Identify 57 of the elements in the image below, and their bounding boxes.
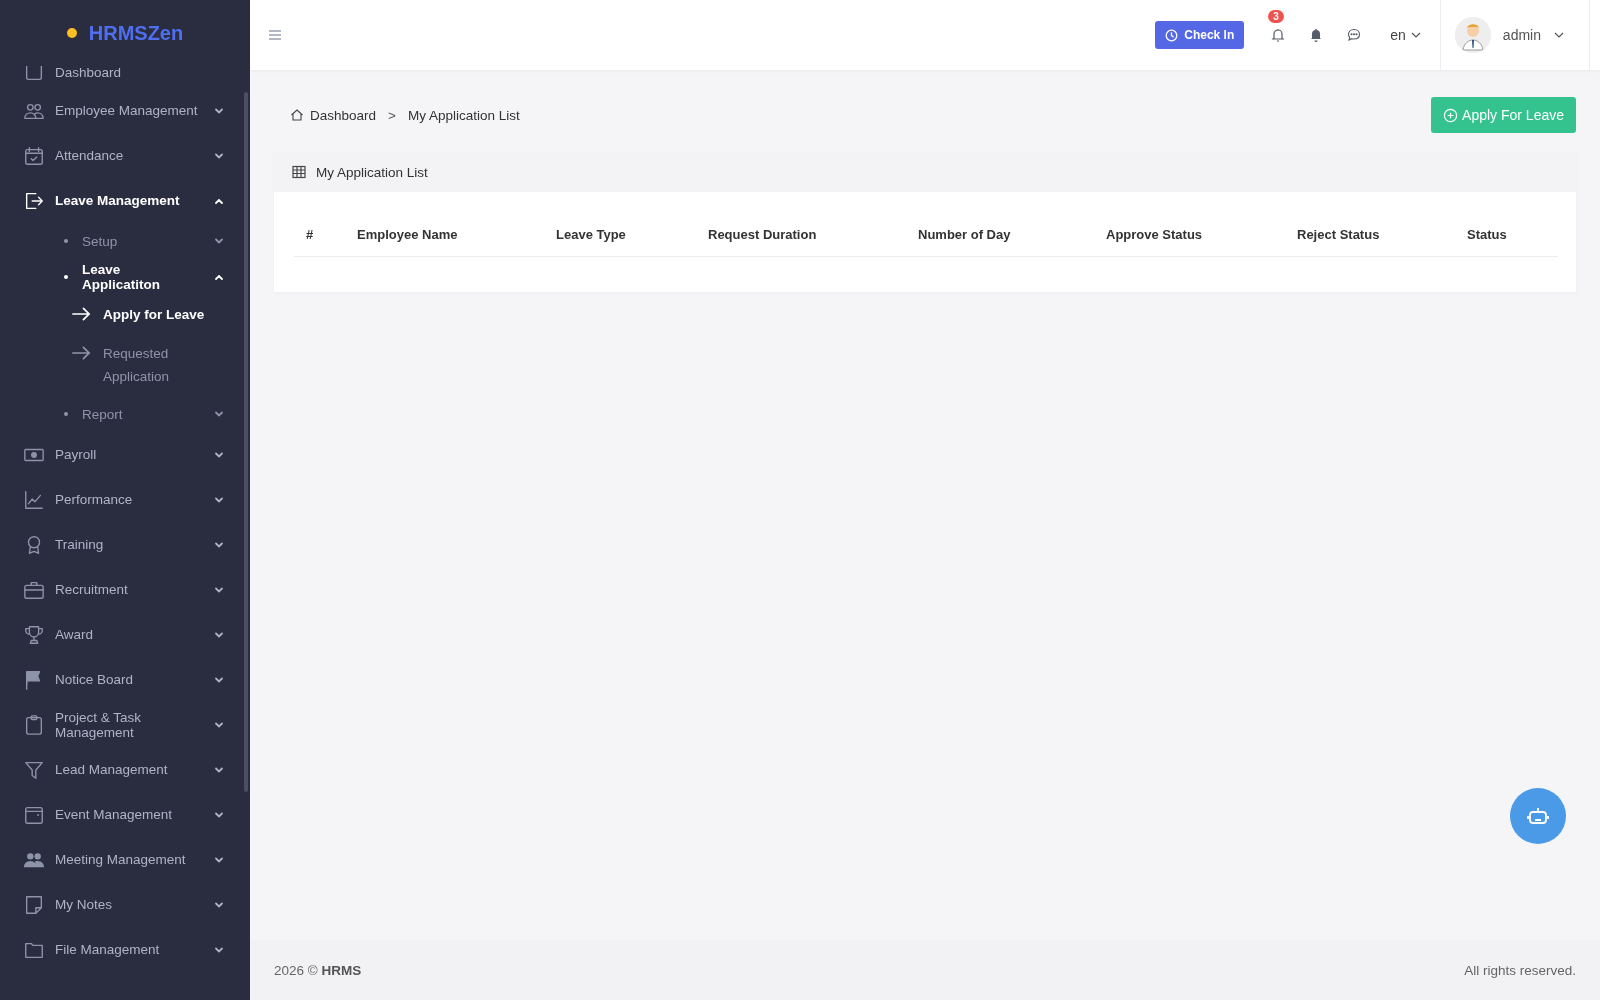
sidebar-item[interactable]: Employee Management bbox=[0, 88, 250, 133]
user-menu[interactable]: admin bbox=[1440, 0, 1579, 70]
sidebar-item[interactable]: Meeting Management bbox=[0, 837, 250, 882]
calendar-check-icon bbox=[23, 144, 45, 167]
note-icon bbox=[23, 893, 45, 916]
sidebar-item[interactable]: Award bbox=[0, 612, 250, 657]
submenu-item[interactable]: Leave Applicatiton bbox=[0, 259, 250, 295]
column-header: Reject Status bbox=[1296, 226, 1381, 242]
dashboard-icon bbox=[23, 66, 45, 83]
clipboard-icon bbox=[23, 713, 45, 736]
sidebar-item[interactable]: Lead Management bbox=[0, 747, 250, 792]
clock-icon bbox=[1165, 28, 1179, 42]
arrow-right-icon bbox=[72, 307, 91, 321]
sidebar-item[interactable]: Notice Board bbox=[0, 657, 250, 702]
sidebar-item[interactable]: Performance bbox=[0, 477, 250, 522]
breadcrumb-current: My Application List bbox=[407, 107, 520, 123]
logo-dot bbox=[66, 28, 77, 38]
sidebar-item[interactable]: Recruitment bbox=[0, 567, 250, 612]
sidebar-item[interactable]: Training bbox=[0, 522, 250, 567]
sidebar-item[interactable]: File Management bbox=[0, 927, 250, 972]
rights-text: All rights reserved. bbox=[1464, 962, 1576, 978]
line-chart-icon bbox=[23, 488, 45, 511]
sidebar-item[interactable]: Dashboard bbox=[0, 66, 250, 88]
notification-count: 3 bbox=[1268, 10, 1284, 23]
sidebar-item[interactable]: Attendance bbox=[0, 133, 250, 178]
table-icon bbox=[292, 165, 306, 179]
submenu-item[interactable]: Requested Application bbox=[0, 334, 250, 396]
column-header: Employee Name bbox=[356, 226, 459, 242]
submenu-item[interactable]: Setup bbox=[0, 223, 250, 259]
sidebar-item[interactable]: Leave Management bbox=[0, 178, 250, 223]
card-title: My Application List bbox=[316, 164, 428, 180]
user-name: admin bbox=[1502, 27, 1541, 43]
home-icon bbox=[290, 108, 304, 122]
column-header: Approve Status bbox=[1105, 226, 1204, 242]
chat-icon bbox=[1346, 27, 1363, 43]
arrow-right-icon bbox=[72, 346, 91, 360]
scrollbar[interactable] bbox=[244, 92, 248, 792]
column-header: Request Duration bbox=[707, 226, 818, 242]
column-header: Number of Day bbox=[917, 226, 1012, 242]
breadcrumb-link[interactable]: Dashboard bbox=[310, 107, 377, 123]
plus-circle-icon bbox=[1443, 107, 1459, 123]
copyright-text: 2026 © HRMS bbox=[274, 962, 362, 978]
sidebar-item[interactable]: Project & Task Management bbox=[0, 702, 250, 747]
submenu-item[interactable]: Report bbox=[0, 396, 250, 432]
sidebar-item[interactable]: My Notes bbox=[0, 882, 250, 927]
submenu-item[interactable]: Apply for Leave bbox=[0, 295, 250, 334]
trophy-icon bbox=[23, 623, 45, 646]
menu-icon[interactable] bbox=[268, 28, 282, 42]
column-header: Leave Type bbox=[555, 226, 627, 242]
check-in-button[interactable]: Check In bbox=[1155, 21, 1245, 49]
column-header: # bbox=[305, 226, 315, 242]
breadcrumb-separator: > bbox=[388, 107, 396, 123]
column-header: Status bbox=[1466, 226, 1508, 242]
sidebar-item[interactable]: Event Management bbox=[0, 792, 250, 837]
sidebar-item[interactable]: Payroll bbox=[0, 432, 250, 477]
language-select[interactable]: en bbox=[1384, 26, 1428, 44]
bell-icon bbox=[1270, 27, 1287, 43]
